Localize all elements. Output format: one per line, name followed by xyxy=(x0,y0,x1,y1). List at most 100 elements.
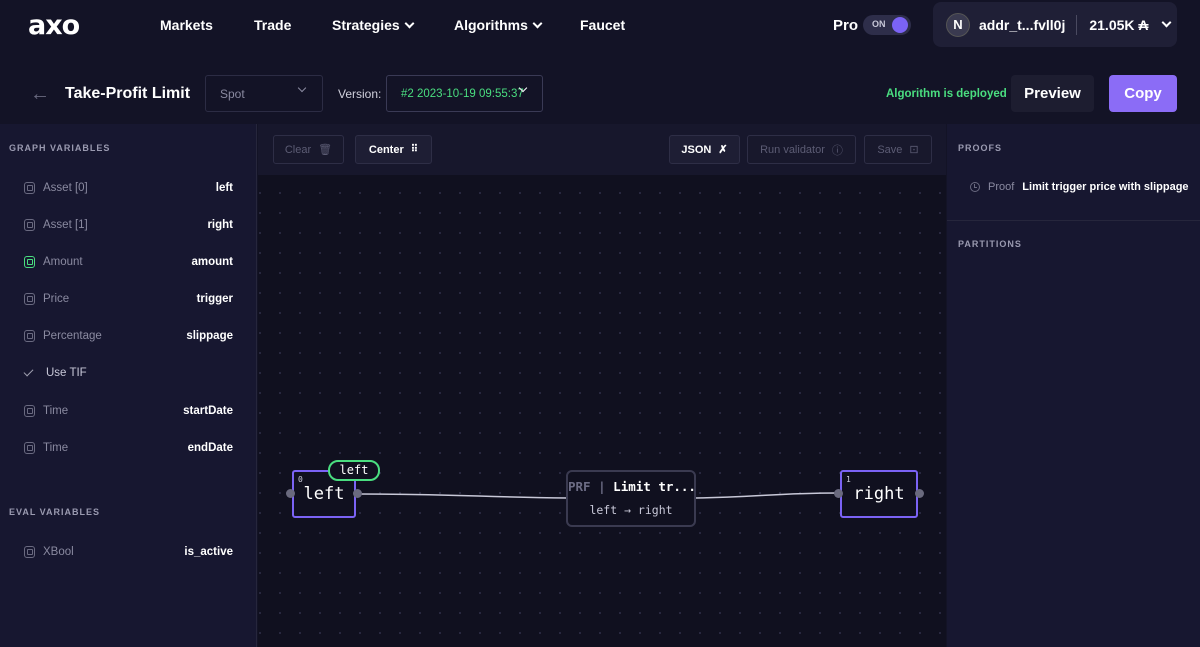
proof-node-name: Limit tr... xyxy=(613,479,696,494)
variable-type: Percentage xyxy=(43,330,102,342)
nav-trade[interactable]: Trade xyxy=(254,17,291,33)
proof-kind: Proof xyxy=(988,181,1015,193)
proof-node-args: left → right xyxy=(589,503,673,517)
graph-node-right[interactable]: 1 right xyxy=(840,470,918,518)
input-port[interactable] xyxy=(834,489,843,498)
variable-type-icon xyxy=(24,293,35,305)
graph-variables-title: GRAPH VARIABLES xyxy=(9,143,111,153)
graph-node-proof[interactable]: PRF | Limit tr... left → right xyxy=(566,470,696,527)
variable-row-amount[interactable]: Amount amount xyxy=(0,251,257,273)
app-logo[interactable]: axo xyxy=(28,10,80,41)
toggle-state-text: ON xyxy=(872,19,886,29)
variable-type-icon xyxy=(24,546,35,558)
toggle-knob xyxy=(892,17,908,33)
variable-type: Asset [0] xyxy=(43,182,88,194)
run-validator-label: Run validator xyxy=(760,143,825,156)
proof-name: Limit trigger price with slippage xyxy=(1022,181,1189,193)
save-button[interactable]: Save ⊡ xyxy=(864,135,932,164)
variable-row-xbool[interactable]: XBool is_active xyxy=(0,541,257,563)
graph-canvas[interactable]: 0 left left PRF | Limit tr... left → rig… xyxy=(258,175,946,647)
nav-algorithms-label: Algorithms xyxy=(454,17,528,33)
wallet-balance: 21.05K ₳ xyxy=(1089,16,1149,33)
page-header: ← Take-Profit Limit Spot Version: #2 202… xyxy=(0,70,1200,116)
variable-name: is_active xyxy=(184,546,233,558)
center-button[interactable]: Center ⠿ xyxy=(355,135,432,164)
variable-row-use-tif[interactable]: Use TIF xyxy=(0,362,257,384)
chevron-down-icon xyxy=(297,83,307,93)
pro-mode-toggle[interactable]: ON xyxy=(863,15,911,35)
variable-row-time-end[interactable]: Time endDate xyxy=(0,437,257,459)
variable-type: Time xyxy=(43,405,69,417)
variable-type: XBool xyxy=(43,546,74,558)
variable-type: Asset [1] xyxy=(43,219,88,231)
center-label: Center xyxy=(368,143,404,156)
check-icon xyxy=(24,368,34,378)
market-type-value: Spot xyxy=(220,86,245,101)
nav-markets[interactable]: Markets xyxy=(160,17,213,33)
json-button[interactable]: JSON ✗ xyxy=(669,135,740,164)
page-title: Take-Profit Limit xyxy=(65,85,191,102)
variable-type: Price xyxy=(43,293,70,305)
output-port[interactable] xyxy=(915,489,924,498)
variable-type: Amount xyxy=(43,256,83,268)
proof-list-item[interactable]: Proof Limit trigger price with slippage xyxy=(970,181,1189,193)
node-index: 0 xyxy=(298,475,303,484)
variable-name: slippage xyxy=(186,330,233,342)
clear-label: Clear xyxy=(284,143,312,156)
json-label: JSON xyxy=(681,143,712,156)
chevron-down-icon xyxy=(404,18,415,28)
variable-row-asset-1[interactable]: Asset [1] right xyxy=(0,214,257,236)
eval-variables-title: EVAL VARIABLES xyxy=(9,507,101,517)
variable-name: trigger xyxy=(196,293,233,305)
clock-icon xyxy=(970,182,980,192)
variable-name: right xyxy=(207,219,233,231)
edge-layer xyxy=(357,492,839,499)
version-label: Version: xyxy=(338,87,382,101)
chevron-down-icon xyxy=(532,18,543,28)
nav-algorithms[interactable]: Algorithms xyxy=(454,17,543,33)
variable-row-percentage[interactable]: Percentage slippage xyxy=(0,325,257,347)
variable-name: startDate xyxy=(183,405,233,417)
nav-markets-label: Markets xyxy=(160,17,213,33)
section-divider xyxy=(947,220,1200,221)
version-select[interactable]: #2 2023-10-19 09:55:37 xyxy=(386,75,543,112)
variable-row-asset-0[interactable]: Asset [0] left xyxy=(0,177,257,199)
wallet-avatar: N xyxy=(946,12,970,37)
variable-type-icon xyxy=(24,256,35,268)
wallet-button[interactable]: N addr_t...fvll0j 21.05K ₳ xyxy=(933,2,1177,47)
market-type-select[interactable]: Spot xyxy=(205,75,323,112)
variable-row-price[interactable]: Price trigger xyxy=(0,288,257,310)
run-validator-button[interactable]: Run validator ⓘ xyxy=(747,135,856,164)
back-arrow-icon[interactable]: ← xyxy=(30,83,50,106)
output-port[interactable] xyxy=(353,489,362,498)
edge-left-to-proof xyxy=(357,493,569,499)
node-index: 1 xyxy=(846,475,851,484)
info-icon: ⓘ xyxy=(831,144,843,157)
variable-type-icon xyxy=(24,405,35,417)
copy-button[interactable]: Copy xyxy=(1109,75,1177,112)
variable-type: Use TIF xyxy=(46,367,87,379)
variables-sidebar: GRAPH VARIABLES Asset [0] left Asset [1]… xyxy=(0,124,257,647)
graph-toolbar: Clear 🗑 Center ⠿ JSON ✗ Run validator ⓘ … xyxy=(258,124,946,175)
clear-button[interactable]: Clear 🗑 xyxy=(273,135,344,164)
preview-button[interactable]: Preview xyxy=(1011,75,1094,112)
nav-strategies[interactable]: Strategies xyxy=(332,17,415,33)
nav-faucet-label: Faucet xyxy=(580,17,626,33)
variable-type-icon xyxy=(24,219,35,231)
pro-mode-label: Pro xyxy=(833,17,859,34)
edge-proof-to-right xyxy=(695,492,839,499)
variable-name: amount xyxy=(191,256,233,268)
variable-type-icon xyxy=(24,442,35,454)
nav-trade-label: Trade xyxy=(254,17,292,33)
proof-node-separator: | xyxy=(598,479,606,494)
nav-faucet[interactable]: Faucet xyxy=(580,17,625,33)
grid-dots-icon: ⠿ xyxy=(410,144,419,155)
nav-strategies-label: Strategies xyxy=(332,17,400,33)
version-value: #2 2023-10-19 09:55:37 xyxy=(401,87,524,100)
variable-type-icon xyxy=(24,330,35,342)
top-navigation: axo Markets Trade Strategies Algorithms … xyxy=(0,0,1200,50)
variable-row-time-start[interactable]: Time startDate xyxy=(0,400,257,422)
input-port[interactable] xyxy=(286,489,295,498)
node-label: left xyxy=(303,484,345,504)
variable-type: Time xyxy=(43,442,69,454)
